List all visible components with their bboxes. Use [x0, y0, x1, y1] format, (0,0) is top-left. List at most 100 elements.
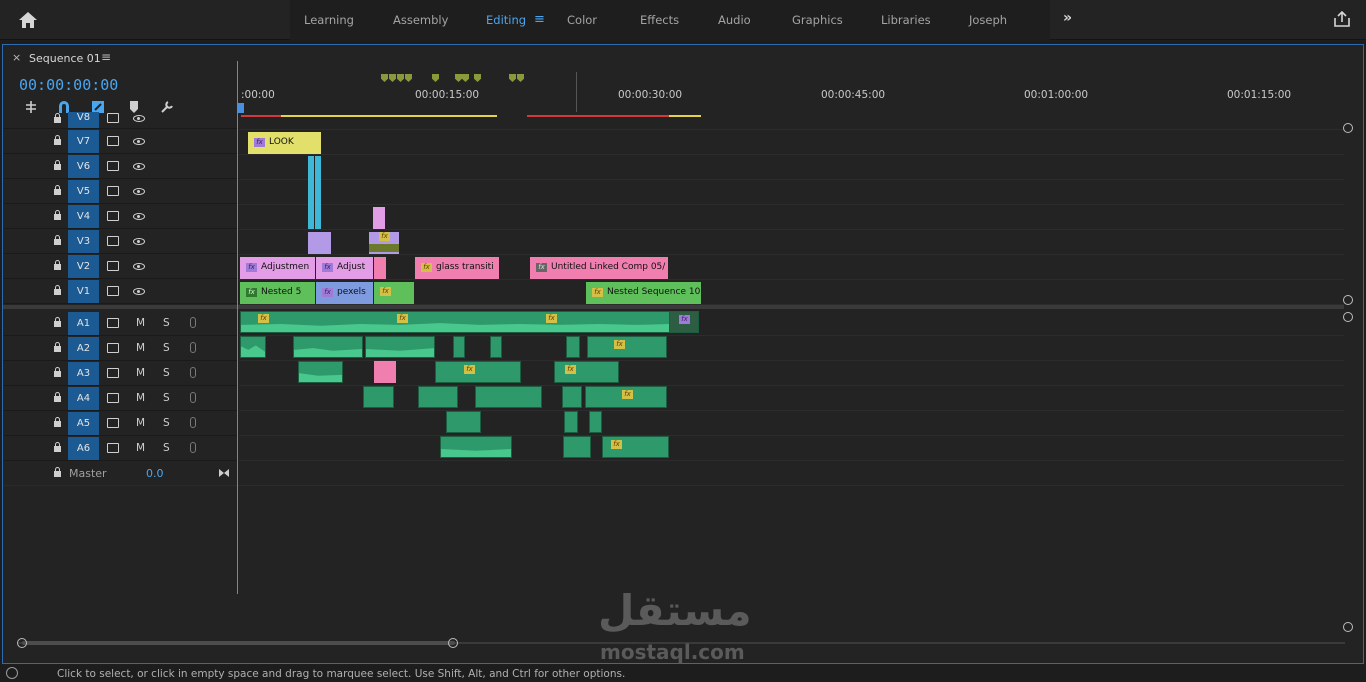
clip-untitled-linked-comp[interactable]: fx Untitled Linked Comp 05/ [530, 257, 668, 279]
marker-icon[interactable] [381, 74, 388, 82]
mute-button[interactable]: M [136, 367, 145, 379]
more-workspaces-icon[interactable]: » [1063, 10, 1072, 26]
clip-fx-small[interactable]: fx [369, 232, 399, 254]
scroll-handle[interactable] [17, 638, 27, 648]
share-icon[interactable] [1333, 10, 1351, 28]
lock-icon[interactable] [53, 235, 62, 245]
sync-lock-icon[interactable] [107, 443, 119, 453]
sync-lock-icon[interactable] [107, 113, 119, 123]
audio-clip[interactable]: fx [602, 436, 669, 458]
tab-assembly[interactable]: Assembly [393, 13, 448, 27]
audio-clip[interactable] [365, 336, 435, 358]
audio-clip[interactable] [564, 411, 578, 433]
audio-clip[interactable] [293, 336, 363, 358]
audio-clip[interactable] [298, 361, 343, 383]
track-label[interactable]: A4 [68, 387, 99, 410]
track-label[interactable]: V5 [68, 180, 99, 203]
sync-lock-icon[interactable] [107, 418, 119, 428]
lock-icon[interactable] [53, 442, 62, 452]
marker-icon[interactable] [474, 74, 481, 82]
track-divider[interactable] [3, 305, 239, 309]
marker-icon[interactable] [517, 74, 524, 82]
scroll-handle[interactable] [1343, 622, 1353, 632]
scroll-thumb[interactable] [22, 641, 455, 645]
clip-cyan[interactable] [315, 156, 321, 229]
mute-button[interactable]: M [136, 342, 145, 354]
clip-adjustment[interactable]: fx Adjustmen [240, 257, 315, 279]
mute-button[interactable]: M [136, 392, 145, 404]
lock-icon[interactable] [53, 367, 62, 377]
track-label[interactable]: A2 [68, 337, 99, 360]
audio-clip[interactable] [589, 411, 602, 433]
solo-button[interactable]: S [163, 417, 170, 429]
lock-icon[interactable] [53, 210, 62, 220]
audio-clip[interactable] [363, 386, 394, 408]
visibility-eye-icon[interactable] [133, 188, 145, 195]
clip-glass-transition[interactable]: fx glass transiti [415, 257, 499, 279]
marker-icon[interactable] [432, 74, 439, 82]
visibility-eye-icon[interactable] [133, 163, 145, 170]
time-ruler[interactable]: :00:00 00:00:15:00 00:00:30:00 00:00:45:… [239, 72, 1363, 122]
clip-nested-sequence-10[interactable]: fx Nested Sequence 10 [586, 282, 701, 304]
scroll-handle[interactable] [1343, 295, 1353, 305]
tab-libraries[interactable]: Libraries [881, 13, 931, 27]
tab-editing-menu-icon[interactable]: ≡ [534, 12, 545, 27]
lock-icon[interactable] [53, 160, 62, 170]
solo-button[interactable]: S [163, 392, 170, 404]
track-label[interactable]: V4 [68, 205, 99, 228]
marker-icon[interactable] [389, 74, 396, 82]
playhead-timecode[interactable]: 00:00:00:00 [19, 76, 118, 94]
visibility-eye-icon[interactable] [133, 138, 145, 145]
audio-clip[interactable] [562, 386, 582, 408]
tab-editing[interactable]: Editing [486, 13, 526, 27]
visibility-eye-icon[interactable] [133, 238, 145, 245]
audio-clip[interactable]: fx [554, 361, 619, 383]
timeline-tracks[interactable]: fx LOOK fx fx Adjustmen fx Adjust fx glass t… [239, 118, 1344, 638]
sync-lock-icon[interactable] [107, 261, 119, 271]
tab-joseph[interactable]: Joseph [969, 13, 1007, 27]
mute-button[interactable]: M [136, 317, 145, 329]
visibility-eye-icon[interactable] [133, 288, 145, 295]
track-label[interactable]: V2 [68, 255, 99, 278]
audio-clip-a1-end[interactable]: fx [669, 311, 699, 333]
solo-button[interactable]: S [163, 367, 170, 379]
lock-icon[interactable] [53, 260, 62, 270]
lock-icon[interactable] [53, 342, 62, 352]
sync-lock-icon[interactable] [107, 343, 119, 353]
scroll-handle[interactable] [1343, 312, 1353, 322]
solo-button[interactable]: S [163, 342, 170, 354]
clip-purple[interactable] [308, 232, 331, 254]
track-label[interactable]: A3 [68, 362, 99, 385]
clip-adjust[interactable]: fx Adjust [316, 257, 373, 279]
marker-icon[interactable] [397, 74, 404, 82]
visibility-eye-icon[interactable] [133, 213, 145, 220]
track-label[interactable]: V6 [68, 155, 99, 178]
tab-learning[interactable]: Learning [304, 13, 354, 27]
scroll-handle[interactable] [448, 638, 458, 648]
clip-pink-small[interactable] [374, 257, 386, 279]
lock-icon[interactable] [53, 417, 62, 427]
marker-icon[interactable] [455, 74, 462, 82]
sync-lock-icon[interactable] [107, 161, 119, 171]
lock-icon[interactable] [53, 467, 62, 477]
sync-lock-icon[interactable] [107, 211, 119, 221]
visibility-eye-icon[interactable] [133, 263, 145, 270]
audio-clip[interactable] [453, 336, 465, 358]
clip-pexels[interactable]: fx pexels [316, 282, 373, 304]
sync-lock-icon[interactable] [107, 136, 119, 146]
track-label[interactable]: V3 [68, 230, 99, 253]
timeline-divider[interactable] [239, 305, 1344, 309]
close-tab-icon[interactable]: × [12, 51, 21, 64]
voiceover-mic-icon[interactable] [190, 417, 196, 428]
track-label[interactable]: A6 [68, 437, 99, 460]
audio-clip[interactable]: fx [585, 386, 667, 408]
clip-nested-5[interactable]: fx Nested 5 [240, 282, 315, 304]
solo-button[interactable]: S [163, 317, 170, 329]
mute-button[interactable]: M [136, 417, 145, 429]
lock-icon[interactable] [53, 317, 62, 327]
track-label[interactable]: A5 [68, 412, 99, 435]
audio-clip[interactable] [418, 386, 458, 408]
marker-icon[interactable] [509, 74, 516, 82]
sequence-menu-icon[interactable]: ≡ [101, 50, 111, 64]
track-label[interactable]: A1 [68, 312, 99, 335]
